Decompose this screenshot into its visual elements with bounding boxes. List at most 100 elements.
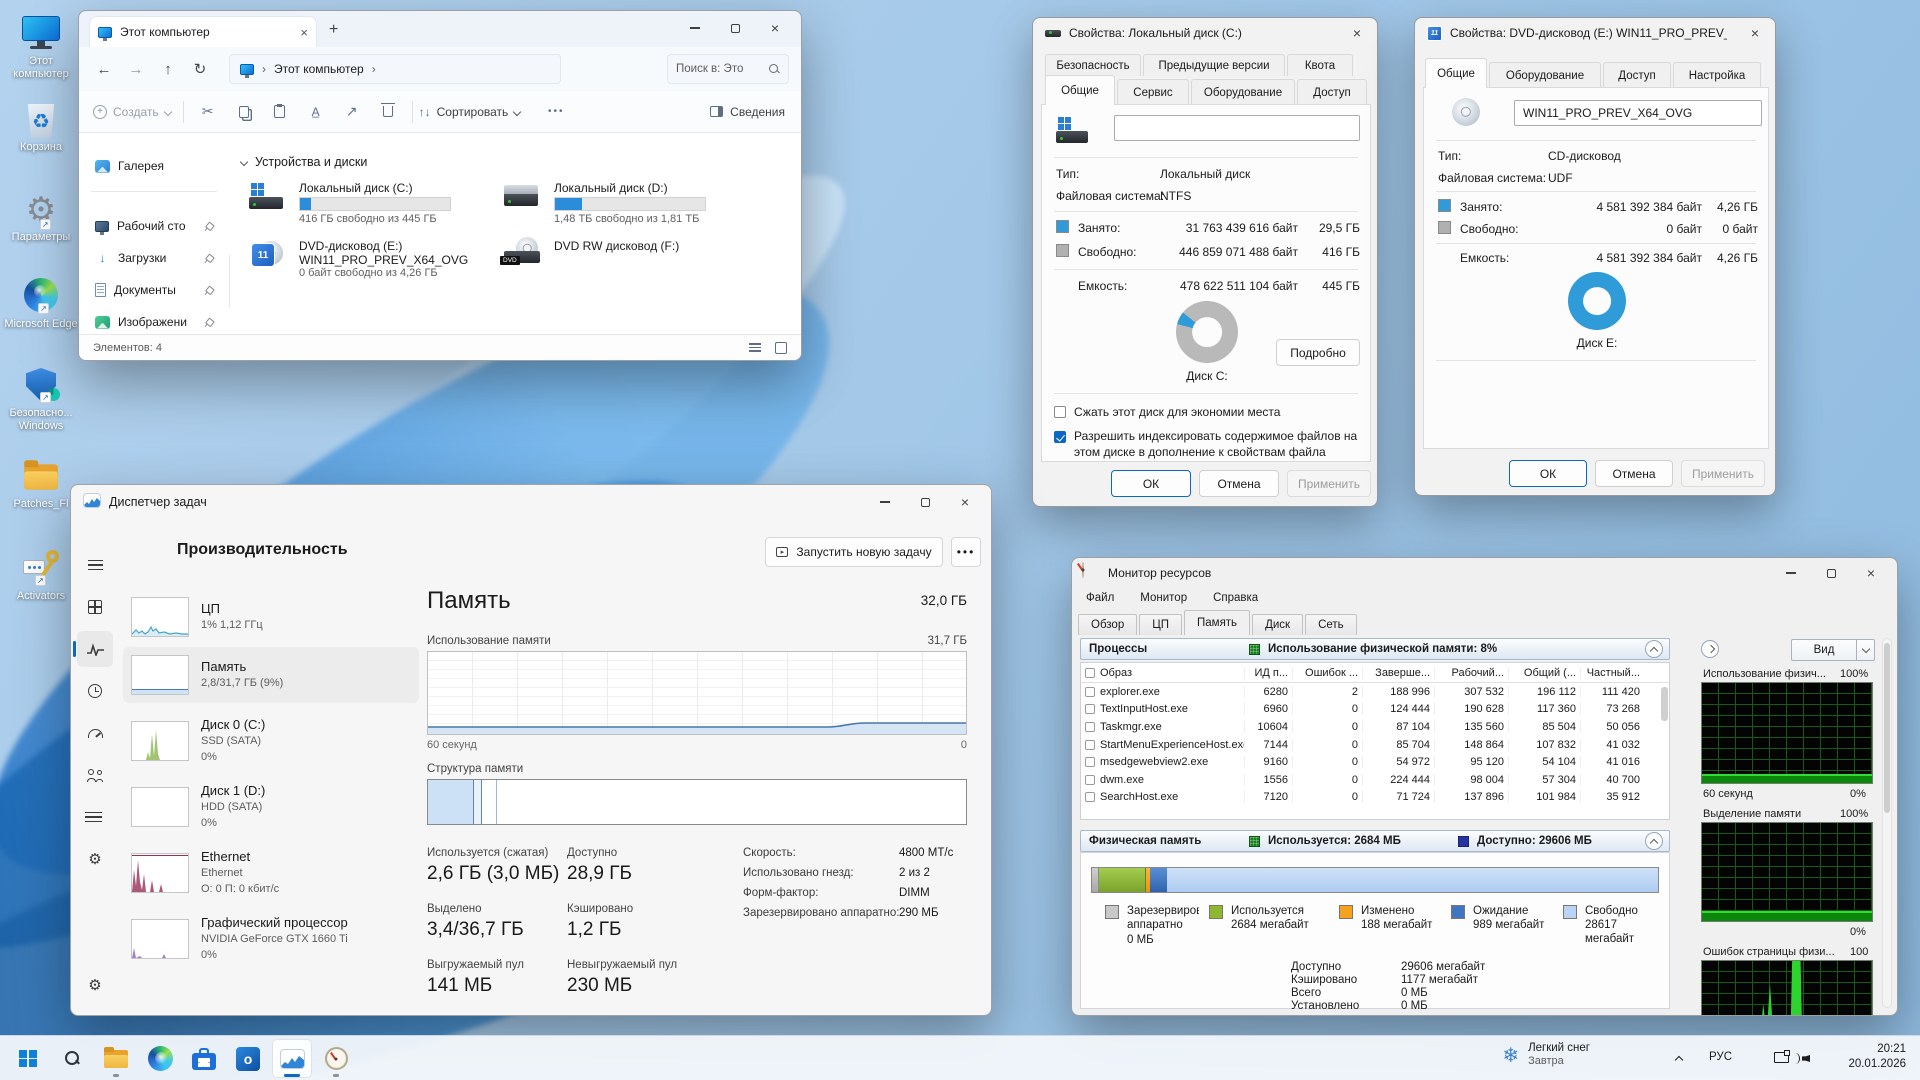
processes-icon[interactable]	[77, 589, 113, 625]
drive-tile-c[interactable]: Локальный диск (C:) 416 ГБ свободно из 4…	[249, 181, 501, 225]
more-options-icon[interactable]: •••	[951, 537, 981, 567]
tab-sharing[interactable]: Доступ	[1603, 62, 1671, 88]
sidebar-item-downloads[interactable]: ↓ Загрузки	[87, 245, 221, 271]
row-checkbox[interactable]	[1085, 704, 1095, 714]
column-header[interactable]: Рабочий...	[1434, 667, 1508, 679]
menu-monitor[interactable]: Монитор	[1140, 592, 1187, 604]
checkbox-unchecked-icon[interactable]	[1054, 406, 1066, 418]
desktop-icon-patches-folder[interactable]: Patches_Fl	[2, 462, 80, 511]
tab-hardware[interactable]: Оборудование	[1191, 79, 1295, 105]
table-row[interactable]: msedgewebview2.exe 9160054 97295 12054 1…	[1081, 753, 1669, 771]
up-icon[interactable]: ↑	[155, 57, 181, 81]
taskbar-outlook[interactable]: o	[228, 1039, 268, 1078]
minimize-button[interactable]	[865, 487, 905, 517]
table-row[interactable]: dwm.exe 15560224 44498 00457 30440 700	[1081, 771, 1669, 789]
tab-overview[interactable]: Обзор	[1078, 614, 1137, 635]
menu-file[interactable]: Файл	[1086, 592, 1114, 604]
perf-item-ethernet[interactable]: EthernetEthernetО: 0 П: 0 кбит/с	[123, 845, 419, 901]
physical-memory-section-header[interactable]: Физическая память Используется: 2684 МБ …	[1080, 830, 1670, 852]
paste-icon[interactable]	[262, 97, 298, 127]
close-button[interactable]: ×	[1851, 558, 1891, 588]
tab-general[interactable]: Общие	[1425, 58, 1487, 88]
table-row[interactable]: StartMenuExperienceHost.exe 7144085 7041…	[1081, 736, 1669, 754]
sidebar-item-gallery[interactable]: Галерея	[87, 153, 221, 179]
tab-security[interactable]: Безопасность	[1045, 54, 1141, 76]
drive-tile-d[interactable]: Локальный диск (D:) 1,48 ТБ свободно из …	[504, 181, 756, 225]
row-checkbox[interactable]	[1085, 775, 1095, 785]
volume-name-input[interactable]: WIN11_PRO_PREV_X64_OVG	[1514, 100, 1762, 126]
copy-icon[interactable]	[226, 97, 262, 127]
desktop-icon-settings[interactable]: ⚙ ↗ Параметры	[2, 192, 80, 244]
index-checkbox-row[interactable]: Разрешить индексировать содержимое файло…	[1054, 429, 1364, 460]
tab-disk[interactable]: Диск	[1252, 614, 1303, 635]
clock[interactable]: 20:21 20.01.2026	[1848, 1042, 1906, 1072]
tab-customize[interactable]: Настройка	[1673, 62, 1761, 88]
cut-icon[interactable]: ✂	[190, 97, 226, 127]
select-all-checkbox[interactable]	[1085, 668, 1095, 678]
minimize-button[interactable]	[1771, 558, 1811, 588]
drive-tile-e[interactable]: 11 DVD-дисковод (E:) WIN11_PRO_PREV_X64_…	[249, 239, 501, 279]
close-button[interactable]: ×	[1735, 18, 1775, 48]
volume-name-input[interactable]	[1114, 115, 1360, 141]
new-tab-button[interactable]: +	[329, 21, 338, 39]
menu-hamburger-icon[interactable]	[77, 547, 113, 583]
taskbar-edge[interactable]	[140, 1039, 180, 1078]
table-row[interactable]: TextInputHost.exe 69600124 444190 628117…	[1081, 701, 1669, 719]
tab-network[interactable]: Сеть	[1305, 614, 1357, 635]
tab-memory[interactable]: Память	[1184, 610, 1250, 635]
maximize-button[interactable]	[905, 487, 945, 517]
breadcrumb-item[interactable]: Этот компьютер	[274, 62, 364, 76]
column-header[interactable]: Общий (...	[1508, 667, 1580, 679]
ok-button[interactable]: ОК	[1111, 470, 1191, 497]
sidebar-item-documents[interactable]: Документы	[87, 277, 221, 303]
tab-sharing[interactable]: Доступ	[1297, 79, 1367, 105]
collapse-icon[interactable]	[1645, 640, 1663, 658]
details-icon[interactable]	[77, 799, 113, 835]
close-button[interactable]: ×	[945, 487, 985, 517]
view-dropdown[interactable]: Вид	[1791, 639, 1875, 661]
table-row[interactable]: explorer.exe 62802188 996307 532196 1121…	[1081, 683, 1669, 701]
taskbar-resource-monitor[interactable]	[316, 1039, 356, 1078]
users-icon[interactable]	[77, 757, 113, 793]
apply-button[interactable]: Применить	[1287, 470, 1371, 497]
tab-general[interactable]: Общие	[1045, 75, 1115, 105]
desktop-icon-windows-security[interactable]: ↗ Безопасно... Windows	[2, 368, 80, 432]
refresh-icon[interactable]: ↻	[187, 57, 213, 81]
drive-tile-f[interactable]: DVD DVD RW дисковод (F:)	[504, 239, 756, 253]
tab-cpu[interactable]: ЦП	[1139, 614, 1182, 635]
desktop-icon-edge[interactable]: ↗ Microsoft Edge	[2, 278, 80, 331]
checkbox-checked-icon[interactable]	[1054, 431, 1066, 443]
window-scrollbar[interactable]	[1882, 638, 1892, 1008]
run-new-task-button[interactable]: ▸ Запустить новую задачу	[765, 537, 943, 567]
desktop-icon-recycle-bin[interactable]: ♻ Корзина	[2, 104, 80, 154]
desktop-icon-activators[interactable]: ↗ Activators	[2, 548, 80, 603]
tray-chevron-up-icon[interactable]	[1676, 1052, 1682, 1066]
performance-icon[interactable]	[77, 631, 113, 667]
perf-item-disk1[interactable]: Диск 1 (D:)HDD (SATA)0%	[123, 779, 419, 835]
column-header[interactable]: Ошибок ...	[1292, 667, 1362, 679]
input-language[interactable]: РУС	[1709, 1051, 1732, 1063]
maximize-button[interactable]	[1811, 558, 1851, 588]
cancel-button[interactable]: Отмена	[1199, 470, 1279, 497]
taskbar-search-button[interactable]	[52, 1039, 92, 1078]
app-history-icon[interactable]	[77, 673, 113, 709]
tab-hardware[interactable]: Оборудование	[1489, 62, 1601, 88]
group-header-devices[interactable]: Устройства и диски	[241, 155, 367, 169]
share-icon[interactable]: ↗	[334, 97, 370, 127]
column-header[interactable]: Частный...	[1580, 667, 1644, 679]
sidebar-item-pictures[interactable]: Изображени	[87, 309, 221, 335]
desktop-icon-this-pc[interactable]: Этот компьютер	[2, 16, 80, 80]
search-input[interactable]: Поиск в: Это	[667, 54, 789, 84]
column-header[interactable]: Заверше...	[1362, 667, 1434, 679]
expand-panel-icon[interactable]	[1701, 640, 1719, 658]
services-icon[interactable]: ⚙	[77, 841, 113, 877]
details-pane-button[interactable]: Сведения	[710, 105, 785, 119]
close-button[interactable]: ×	[755, 13, 795, 43]
cancel-button[interactable]: Отмена	[1595, 460, 1673, 487]
perf-item-gpu[interactable]: Графический процессорNVIDIA GeForce GTX …	[123, 911, 419, 967]
column-header[interactable]: ИД п...	[1244, 667, 1292, 679]
table-row[interactable]: Taskmgr.exe 10604087 104135 56085 50450 …	[1081, 718, 1669, 736]
minimize-button[interactable]	[675, 13, 715, 43]
explorer-tab[interactable]: Этот компьютер ×	[89, 16, 317, 47]
start-button[interactable]	[8, 1039, 48, 1078]
